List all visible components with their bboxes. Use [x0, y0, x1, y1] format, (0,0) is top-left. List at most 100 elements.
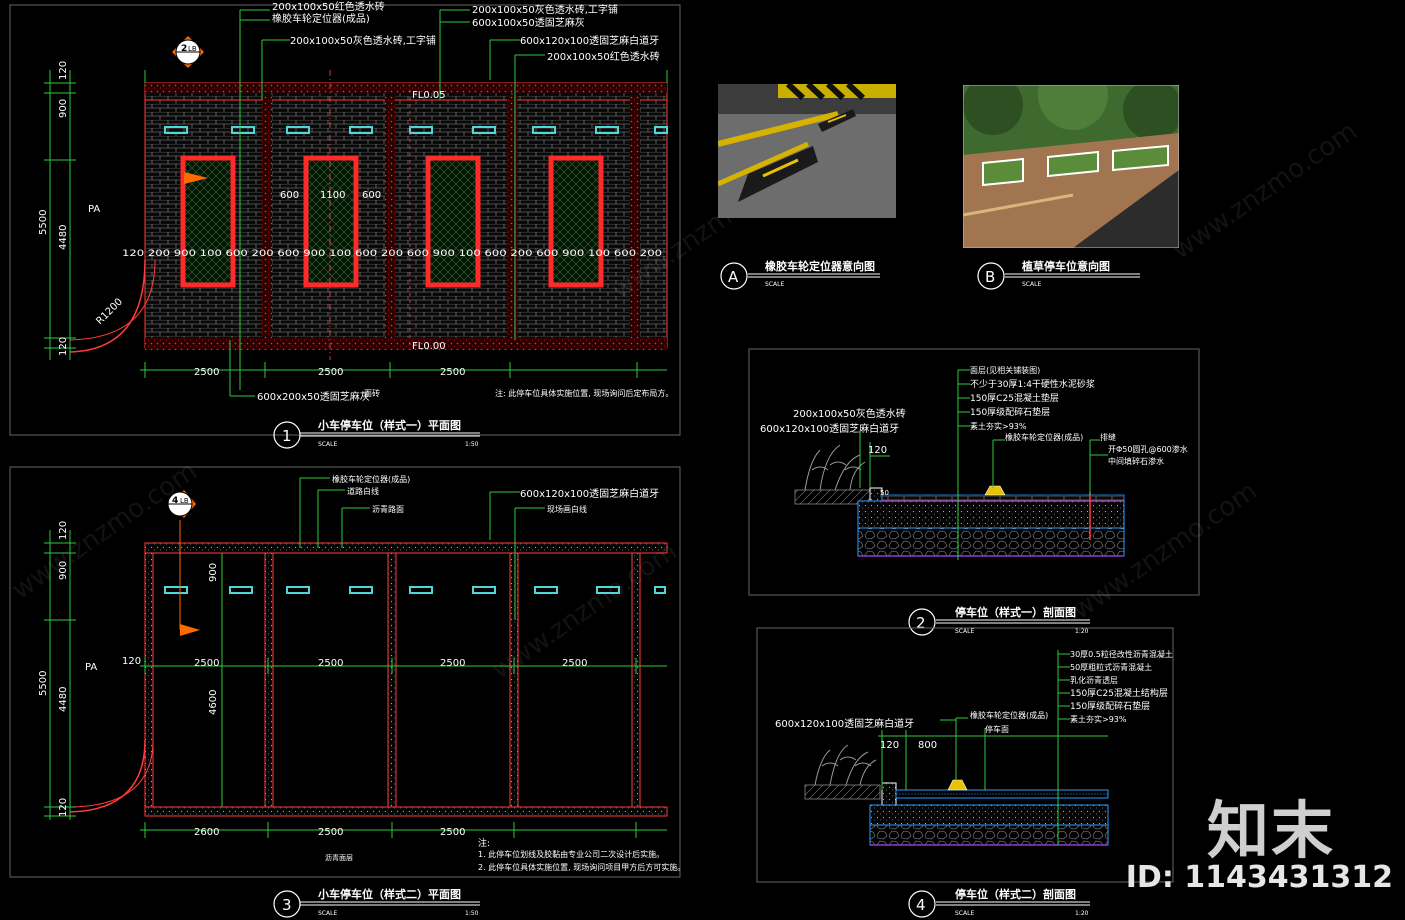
bottom-dim-2: 2500	[318, 367, 343, 378]
label-asphalt-surface: 沥青面层	[325, 853, 353, 862]
level-top: FL0.05	[412, 90, 446, 101]
layer-2: 50厚粗粒式沥青混凝土	[1070, 662, 1152, 672]
layer-1: 30厚0.5粒径改性沥青混凝土	[1070, 649, 1173, 659]
layer-5: 150厚级配碎石垫层	[1070, 700, 1150, 712]
scale-label: SCALE	[318, 910, 337, 917]
scale-label: SCALE	[318, 441, 337, 448]
dim-800: 800	[918, 740, 937, 751]
layer-1: 面层(见相关铺装图)	[970, 365, 1040, 375]
bottom-dim-1: 2600	[194, 827, 219, 838]
bottom-dim-1: 2500	[194, 367, 219, 378]
caption-letter: B	[985, 268, 995, 286]
label-parking-surface: 停车面	[985, 724, 1009, 734]
title-number: 4	[916, 896, 926, 914]
bottom-dim-3: 2500	[440, 367, 465, 378]
level-bottom: FL0.00	[412, 341, 446, 352]
label-asphalt: 沥青路面	[372, 504, 404, 514]
marker-number: 2	[181, 44, 187, 54]
cad-drawing: 2 LB 200x100x50红色透水砖 橡胶车轮定位器(成品) 200x100…	[7, 0, 1363, 918]
plan1-note: 注: 此停车位具体实施位置, 现场询问后定布局方。	[495, 388, 673, 398]
label-wheel-stop: 橡胶车轮定位器(成品)	[332, 474, 410, 484]
mid-dim-3: 600	[362, 190, 381, 201]
label-red-brick: 200x100x50红色透水砖	[272, 0, 385, 13]
label-white-line: 道路白线	[347, 486, 379, 496]
left-dim-120-top: 120	[58, 521, 69, 540]
dim-120: 120	[880, 740, 899, 751]
photo-a-caption: A 橡胶车轮定位器意向图 SCALE	[720, 259, 880, 290]
section-style-two: 30厚0.5粒径改性沥青混凝土 50厚粗粒式沥青混凝土 乳化沥青透层 150厚C…	[756, 627, 1174, 918]
note-2: 2. 此停车位具体实施位置, 现场询问项目甲方后方可实施。	[478, 862, 685, 872]
watermark-id: ID: 1143431312	[1125, 860, 1393, 895]
dim-900: 900	[208, 563, 219, 582]
dim-120: 120	[122, 656, 141, 667]
label-wheel-stop: 橡胶车轮定位器(成品)	[272, 12, 370, 25]
label-drain-holes: 开Φ50圆孔@600渗水	[1108, 444, 1188, 454]
caption-scale: SCALE	[765, 281, 784, 288]
plan-style-one: 2 LB 200x100x50红色透水砖 橡胶车轮定位器(成品) 200x100…	[9, 0, 681, 449]
mid-dim-1: 600	[280, 190, 299, 201]
dim-5500: 5500	[38, 210, 49, 235]
layer-2: 不少于30厚1:4干硬性水泥砂浆	[970, 378, 1095, 390]
marker-sheet: LB	[188, 45, 197, 53]
dim-120: 120	[868, 445, 887, 456]
scale-value: 1:50	[465, 441, 479, 448]
scale-label: SCALE	[955, 910, 974, 917]
section4-title: 停车位（样式二）剖面图	[955, 887, 1076, 901]
caption-text: 植草停车位意向图	[1021, 259, 1110, 273]
photo-b-caption: B 植草停车位意向图 SCALE	[977, 259, 1140, 290]
radius-label: R1200	[94, 296, 125, 327]
dim-4600: 4600	[208, 690, 219, 715]
layer-5: 素土夯实>93%	[970, 421, 1027, 431]
title-number: 3	[282, 896, 292, 914]
caption-text: 橡胶车轮定位器意向图	[765, 259, 875, 273]
plan3-title: 小车停车位（样式二）平面图	[317, 887, 461, 901]
label-bottom-2: 面砖	[364, 388, 380, 398]
layer-4: 150厚C25混凝土结构层	[1070, 687, 1168, 699]
label-bottom-strip: 600x200x50透固芝麻灰	[257, 390, 370, 403]
dim-900: 900	[58, 99, 69, 118]
bottom-dim-3: 2500	[440, 827, 465, 838]
dim-50: 50	[880, 489, 889, 497]
dim-120-top: 120	[58, 61, 69, 80]
dim-4480: 4480	[58, 225, 69, 250]
label-curb: 600x120x100透固芝麻白道牙	[760, 422, 899, 435]
scale-value: 1:50	[465, 910, 479, 917]
row-dims: 120 200 900 100 600 200 600 900 100 600 …	[122, 249, 662, 259]
note-head: 注:	[478, 837, 490, 849]
svg-text:www.znzmo.com: www.znzmo.com	[7, 456, 203, 606]
note-1: 1. 此停车位划线及胶黏由专业公司二次设计后实施。	[478, 849, 664, 859]
plan1-title: 小车停车位（样式一）平面图	[317, 418, 461, 432]
label-curb: 600x120x100透固芝麻白道牙	[775, 717, 914, 730]
label-curb: 600x120x100透固芝麻白道牙	[520, 487, 659, 500]
bottom-dim-2: 2500	[318, 827, 343, 838]
layer-3: 乳化沥青透层	[1070, 675, 1118, 685]
svg-text:www.znzmo.com: www.znzmo.com	[1167, 116, 1363, 266]
left-dim-120-bottom: 120	[58, 798, 69, 817]
scale-label: SCALE	[955, 628, 974, 635]
caption-letter: A	[728, 268, 739, 286]
label-curb: 600x120x100透固芝麻白道牙	[520, 34, 659, 47]
dim-120-bottom: 120	[58, 337, 69, 356]
section2-title: 停车位（样式一）剖面图	[955, 605, 1076, 619]
title-number: 2	[916, 614, 926, 632]
layer-6: 素土夯实>93%	[1070, 714, 1127, 724]
pa-label: PA	[88, 204, 100, 215]
layer-4: 150厚级配碎石垫层	[970, 406, 1050, 418]
label-red-brick-2: 200x100x50红色透水砖	[547, 50, 660, 63]
label-wheel-stop: 橡胶车轮定位器(成品)	[1005, 432, 1083, 442]
top-dim-3: 2500	[440, 658, 465, 669]
pa-label: PA	[85, 662, 97, 673]
label-grey-brick: 200x100x50灰色透水砖	[793, 407, 906, 420]
label-gravel-fill: 中间填碎石渗水	[1108, 456, 1164, 466]
photo-wheel-stop	[718, 84, 896, 218]
layer-3: 150厚C25混凝土垫层	[970, 392, 1059, 404]
photo-grass-parking	[963, 85, 1179, 248]
label-joint: 排缝	[1100, 432, 1116, 442]
top-dim-1: 2500	[194, 658, 219, 669]
watermark-brand: 知末	[1206, 794, 1335, 867]
top-dim-4: 2500	[562, 658, 587, 669]
title-number: 1	[282, 427, 292, 445]
marker-sheet: LB	[180, 497, 189, 505]
left-dim-4480: 4480	[58, 687, 69, 712]
label-white-line-2: 现场画白线	[547, 504, 587, 514]
